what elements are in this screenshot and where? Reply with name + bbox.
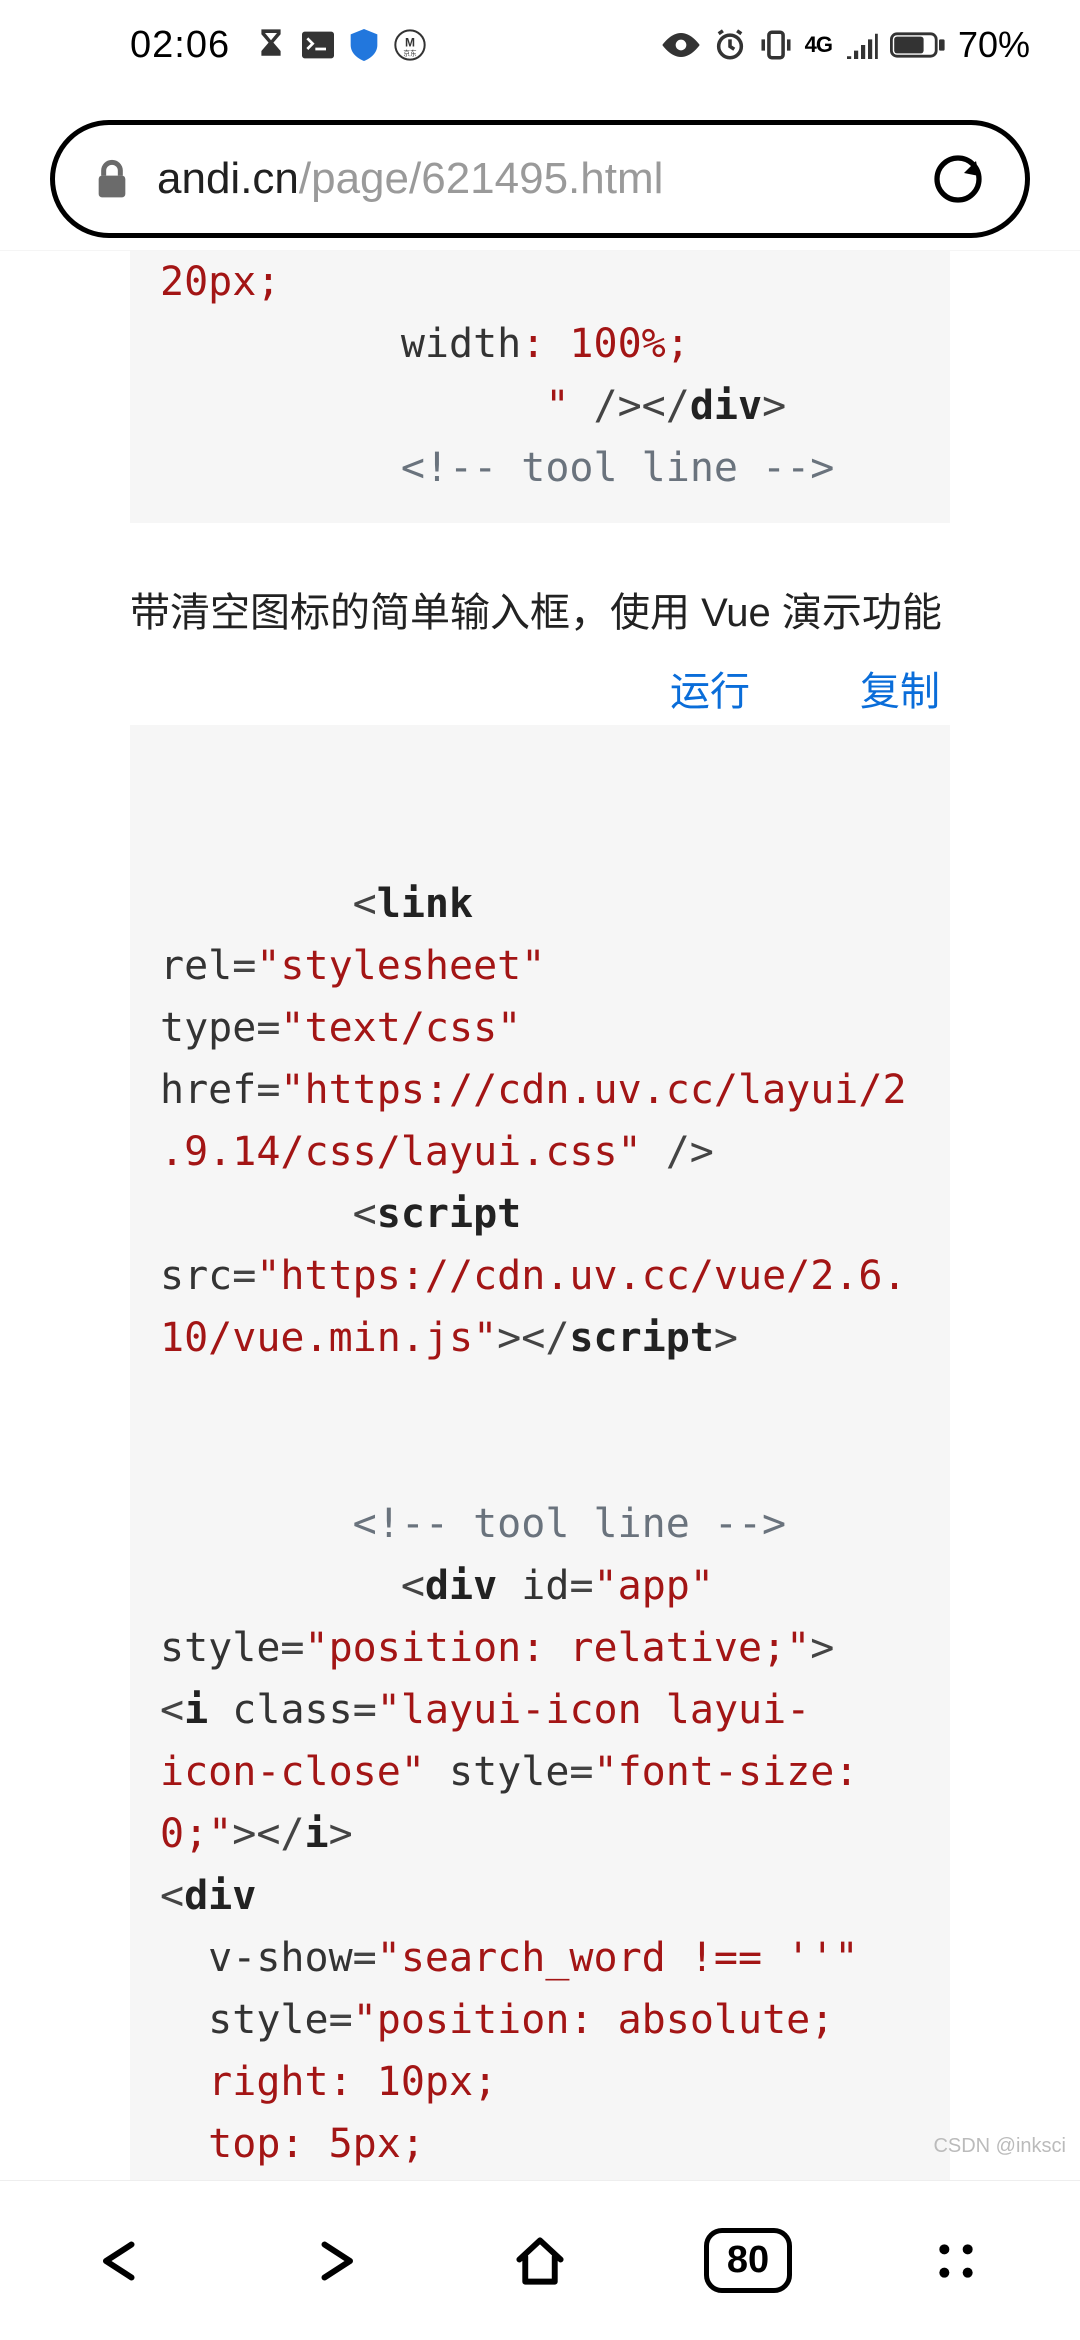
menu-button[interactable]	[886, 2221, 1026, 2301]
code-block-2: <link rel="stylesheet" type="text/css" h…	[130, 725, 950, 2199]
app-badge-icon: M京东	[394, 29, 426, 61]
forward-button[interactable]	[262, 2221, 402, 2301]
status-left: 02:06 M京东	[130, 24, 426, 67]
signal-icon	[844, 31, 878, 59]
copy-link[interactable]: 复制	[860, 659, 940, 717]
lock-icon	[95, 159, 129, 199]
tabs-button[interactable]: 80	[678, 2221, 818, 2301]
eye-icon	[661, 32, 701, 58]
status-right: 4G 70%	[661, 24, 1030, 66]
address-bar-container: andi.cn/page/621495.html	[0, 90, 1080, 250]
svg-text:京东: 京东	[403, 49, 417, 58]
battery-pct: 70%	[958, 24, 1030, 66]
url-host: andi.cn	[157, 154, 299, 203]
alarm-icon	[713, 28, 747, 62]
vibrate-icon	[759, 28, 793, 62]
tab-count: 80	[704, 2228, 792, 2293]
hourglass-icon	[256, 27, 286, 63]
url-path: /page/621495.html	[299, 154, 664, 203]
clock: 02:06	[130, 24, 230, 67]
code-block-1: 20px; width: 100%; " /></div> <!-- tool …	[130, 251, 950, 523]
shield-icon	[350, 29, 378, 61]
terminal-icon	[302, 30, 334, 60]
url-text: andi.cn/page/621495.html	[157, 154, 903, 204]
reload-icon[interactable]	[931, 152, 985, 206]
back-button[interactable]	[54, 2221, 194, 2301]
bottom-nav: 80	[0, 2180, 1080, 2340]
battery-icon	[890, 31, 946, 59]
network-label: 4G	[805, 35, 832, 55]
page-content[interactable]: 20px; width: 100%; " /></div> <!-- tool …	[0, 250, 1080, 2230]
run-link[interactable]: 运行	[670, 659, 750, 717]
svg-text:M: M	[405, 35, 415, 49]
status-bar: 02:06 M京东 4G 70%	[0, 0, 1080, 90]
code-actions: 运行 复制	[130, 653, 950, 725]
description-text: 带清空图标的简单输入框，使用 Vue 演示功能	[130, 583, 950, 643]
address-bar[interactable]: andi.cn/page/621495.html	[50, 120, 1030, 238]
code-text: 20px;	[160, 259, 280, 305]
watermark: CSDN @inksci	[933, 2135, 1066, 2158]
network-icon: 4G	[805, 35, 832, 55]
home-button[interactable]	[470, 2221, 610, 2301]
